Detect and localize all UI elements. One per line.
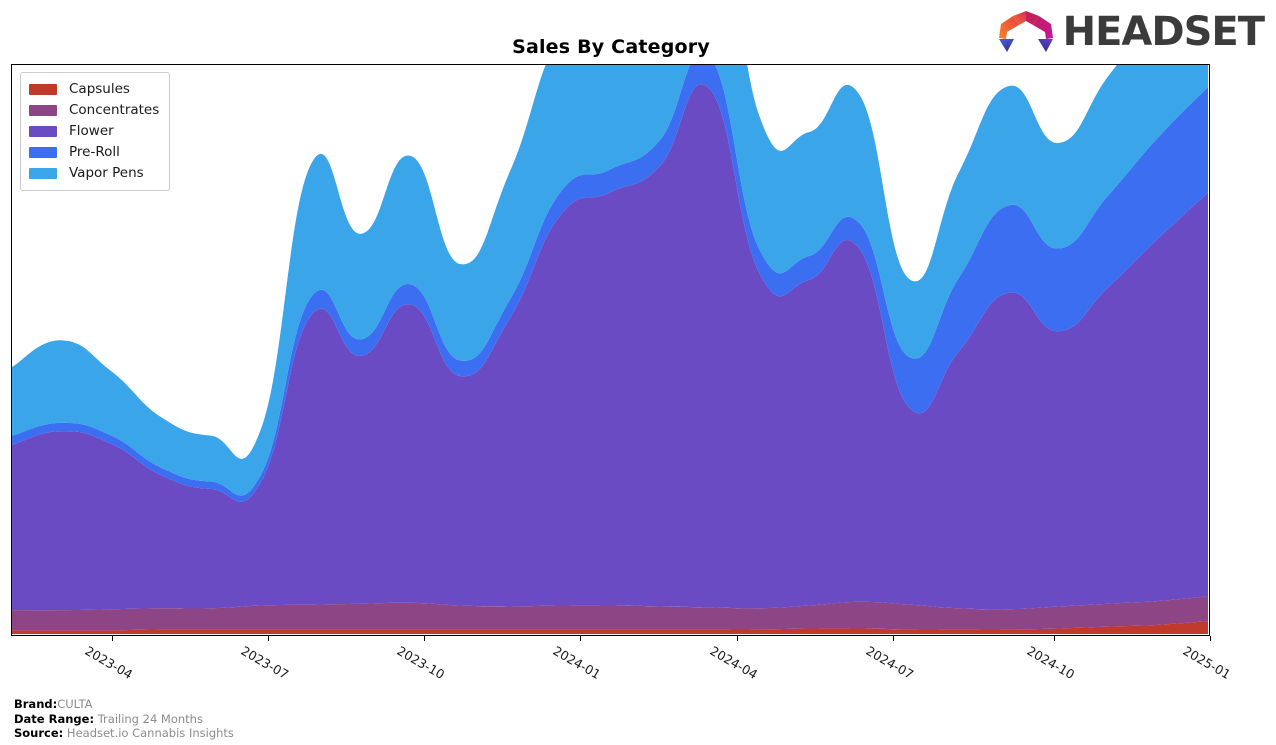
footer-date-range-key: Date Range: <box>14 711 95 726</box>
x-axis-tick-mark <box>268 636 270 641</box>
x-axis-tick-label: 2023-07 <box>238 643 292 683</box>
x-axis-tick-label: 2023-04 <box>82 643 136 683</box>
footer-brand: Brand:CULTA <box>14 697 234 712</box>
headset-brand-logo: HEADSET <box>995 8 1265 56</box>
legend-item-label: Vapor Pens <box>69 164 144 181</box>
footer-date-range-value: Trailing 24 Months <box>97 711 203 726</box>
legend-item[interactable]: Capsules <box>29 79 159 100</box>
x-axis-tick-label: 2024-10 <box>1024 643 1078 683</box>
footer-date-range: Date Range: Trailing 24 Months <box>14 712 234 727</box>
x-axis-tick-mark <box>1210 636 1211 641</box>
x-axis-tick-label: 2024-01 <box>550 643 604 683</box>
footer-brand-key: Brand: <box>14 697 58 711</box>
chart-legend: Capsules Concentrates Flower Pre-Roll Vapor … <box>20 72 171 191</box>
chart-plot-area: Capsules Concentrates Flower Pre-Roll Vapor … <box>11 64 1210 636</box>
footer-source: Source: Headset.io Cannabis Insights <box>14 726 234 741</box>
x-axis-tick-mark <box>424 636 426 641</box>
legend-item[interactable]: Flower <box>29 121 159 142</box>
chart-footer: Brand:CULTA Date Range: Trailing 24 Mont… <box>14 697 234 741</box>
x-axis-tick-label: 2024-07 <box>863 643 916 683</box>
x-axis-tick-label: 2025-01 <box>1180 643 1234 683</box>
x-axis-tick-mark <box>580 636 582 641</box>
footer-source-key: Source: <box>14 726 64 740</box>
legend-swatch-icon <box>29 126 57 137</box>
legend-item-label: Pre-Roll <box>69 143 120 160</box>
headset-logo-icon <box>998 11 1053 52</box>
plot-frame <box>11 64 1210 636</box>
legend-item-label: Capsules <box>69 80 130 97</box>
legend-swatch-icon <box>29 168 57 179</box>
legend-swatch-icon <box>29 105 57 116</box>
x-axis-tick-label: 2024-04 <box>707 643 760 683</box>
x-axis: 2023-04 2023-07 2023-10 2024-01 2024-04 2024-… <box>11 636 1233 696</box>
legend-item-label: Concentrates <box>69 101 160 118</box>
x-axis-tick-mark <box>1053 636 1055 641</box>
legend-item[interactable]: Concentrates <box>29 100 159 121</box>
footer-brand-value: CULTA <box>57 697 93 711</box>
x-axis-tick-mark <box>892 636 894 641</box>
legend-item[interactable]: Pre-Roll <box>29 142 159 163</box>
legend-swatch-icon <box>29 147 57 158</box>
footer-source-value: Headset.io Cannabis Insights <box>66 726 234 740</box>
x-axis-tick-mark <box>112 636 114 641</box>
legend-item[interactable]: Vapor Pens <box>29 163 159 184</box>
x-axis-tick-label: 2023-10 <box>394 643 448 683</box>
x-axis-tick-mark <box>736 636 738 641</box>
legend-swatch-icon <box>29 84 57 95</box>
stacked-area-chart <box>12 65 1208 634</box>
headset-logo-wordmark: HEADSET <box>1062 9 1265 55</box>
legend-item-label: Flower <box>69 122 114 139</box>
